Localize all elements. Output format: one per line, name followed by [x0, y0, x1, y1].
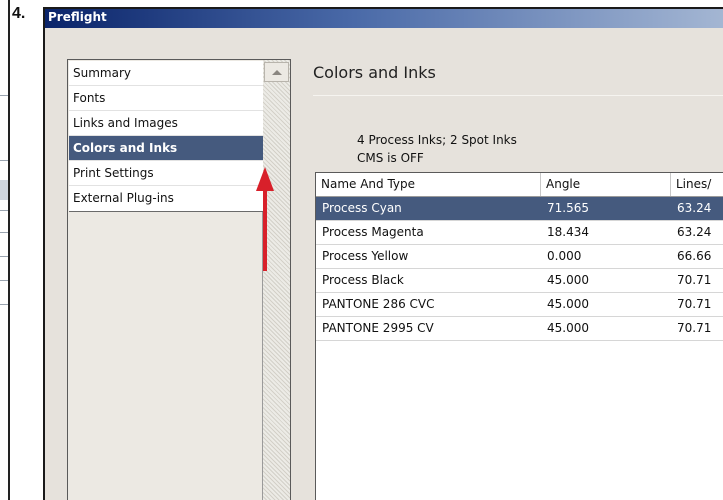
cell-angle: 45.000: [547, 321, 589, 335]
cell-name: Process Yellow: [322, 249, 409, 263]
category-item-print-settings[interactable]: Print Settings: [69, 161, 263, 186]
prev-rule: [0, 232, 8, 233]
table-row[interactable]: Process Yellow 0.000 66.66: [316, 245, 723, 269]
ink-summary: 4 Process Inks; 2 Spot Inks: [357, 133, 517, 147]
cell-lines: 70.71: [677, 321, 712, 335]
cell-lines: 70.71: [677, 273, 712, 287]
prev-highlight: [0, 180, 8, 200]
cell-name: Process Black: [322, 273, 404, 287]
cell-name: PANTONE 286 CVC: [322, 297, 435, 311]
cell-angle: 0.000: [547, 249, 582, 263]
cell-lines: 63.24: [677, 201, 712, 215]
prev-rule: [0, 256, 8, 257]
category-item-summary[interactable]: Summary: [69, 61, 263, 86]
table-row[interactable]: PANTONE 286 CVC 45.000 70.71: [316, 293, 723, 317]
inks-table: Name And Type Angle Lines/ Process Cyan 7…: [315, 172, 723, 500]
cell-name: Process Cyan: [322, 201, 402, 215]
prev-rule: [0, 160, 8, 161]
category-item-links-and-images[interactable]: Links and Images: [69, 111, 263, 136]
prev-rule: [0, 280, 8, 281]
column-header-angle[interactable]: Angle: [541, 173, 671, 196]
cell-lines: 70.71: [677, 297, 712, 311]
cell-name: PANTONE 2995 CV: [322, 321, 434, 335]
step-number: 4.: [12, 5, 26, 22]
red-arrow-annotation-icon: [256, 167, 274, 271]
table-row[interactable]: Process Black 45.000 70.71: [316, 269, 723, 293]
prev-border: [8, 0, 10, 500]
table-row[interactable]: Process Magenta 18.434 63.24: [316, 221, 723, 245]
cell-angle: 71.565: [547, 201, 589, 215]
window-title: Preflight: [48, 10, 107, 24]
cell-angle: 45.000: [547, 297, 589, 311]
table-header: Name And Type Angle Lines/: [316, 173, 723, 197]
table-row[interactable]: Process Cyan 71.565 63.24: [316, 197, 723, 221]
cell-name: Process Magenta: [322, 225, 424, 239]
scroll-up-icon: [271, 69, 282, 75]
category-item-colors-and-inks[interactable]: Colors and Inks: [69, 136, 263, 161]
panel-title: Colors and Inks: [313, 63, 436, 82]
column-header-lines[interactable]: Lines/: [671, 173, 723, 196]
category-item-fonts[interactable]: Fonts: [69, 86, 263, 111]
panel-divider: [313, 95, 723, 96]
title-bar[interactable]: Preflight: [45, 9, 723, 28]
column-header-name[interactable]: Name And Type: [316, 173, 541, 196]
cell-lines: 63.24: [677, 225, 712, 239]
category-items: Summary Fonts Links and Images Colors and I…: [69, 61, 263, 212]
prev-rule: [0, 304, 8, 305]
scroll-up-button[interactable]: [264, 62, 289, 82]
cms-status: CMS is OFF: [357, 151, 424, 165]
category-item-external-plug-ins[interactable]: External Plug-ins: [69, 186, 263, 211]
prev-rule: [0, 95, 8, 96]
category-list-viewport: Summary Fonts Links and Images Colors and I…: [69, 61, 263, 500]
preflight-dialog: Preflight Summary Fonts Links and Images Co…: [43, 7, 723, 500]
table-row[interactable]: PANTONE 2995 CV 45.000 70.71: [316, 317, 723, 341]
cell-angle: 18.434: [547, 225, 589, 239]
category-scrollbar[interactable]: [263, 60, 290, 500]
previous-screenshot-edge: [0, 0, 10, 500]
category-list: Summary Fonts Links and Images Colors and I…: [67, 59, 291, 500]
cell-angle: 45.000: [547, 273, 589, 287]
prev-rule: [0, 210, 8, 211]
cell-lines: 66.66: [677, 249, 712, 263]
